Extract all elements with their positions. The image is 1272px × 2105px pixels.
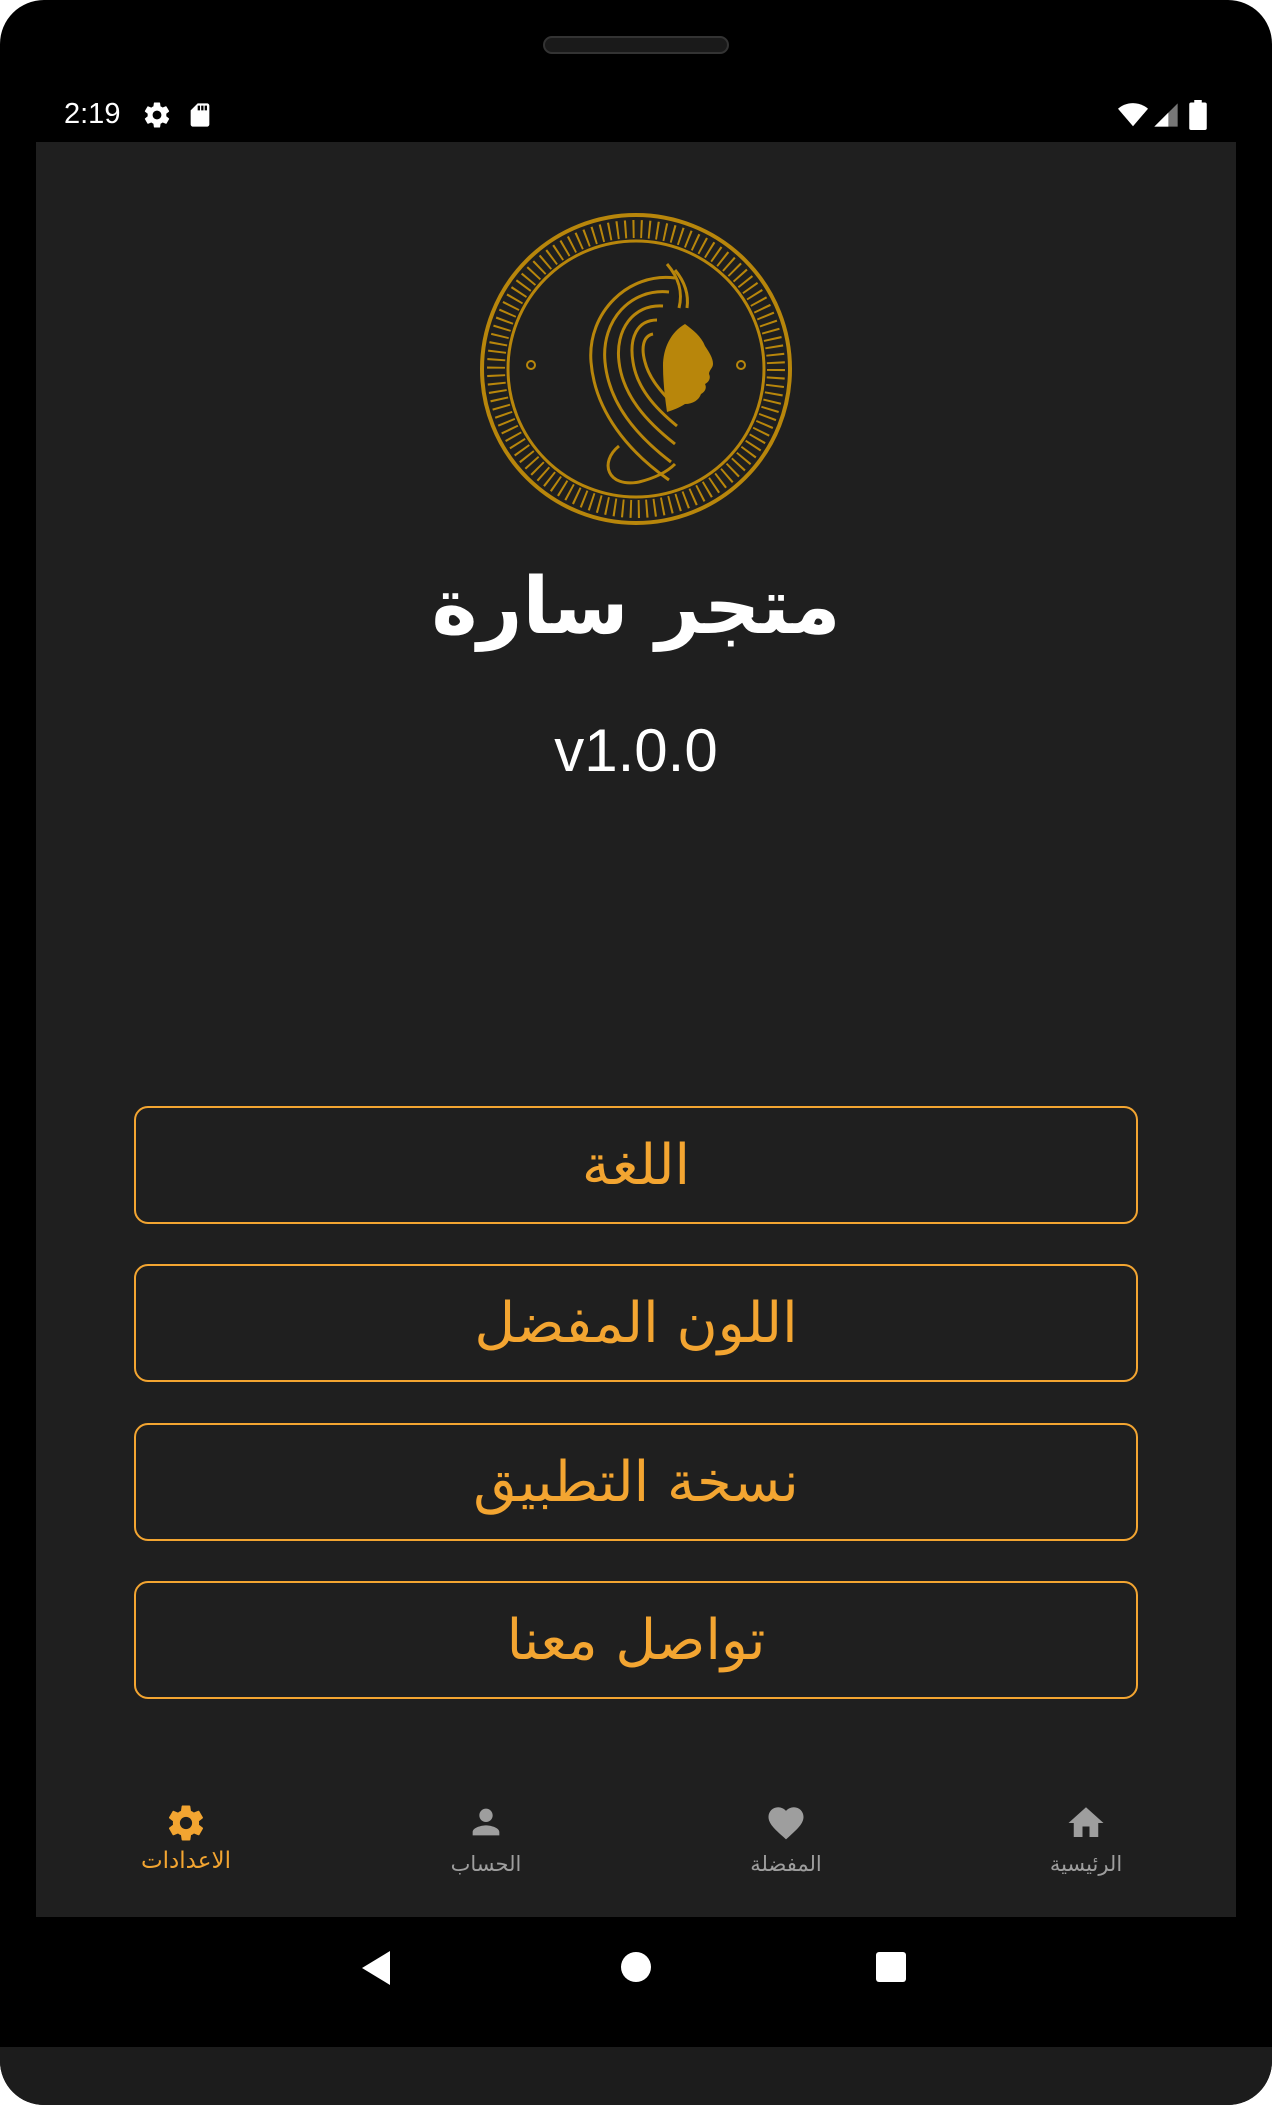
- wifi-icon: [1116, 100, 1150, 134]
- nav-account-label: الحساب: [450, 1852, 522, 1876]
- favorite-color-button[interactable]: اللون المفضل: [134, 1264, 1138, 1382]
- battery-icon: [1188, 100, 1208, 134]
- status-time: 2:19: [64, 98, 121, 130]
- app-title: متجر سارة: [431, 562, 841, 652]
- recents-icon[interactable]: [875, 1951, 907, 1987]
- language-button[interactable]: اللغة: [134, 1106, 1138, 1224]
- device-speaker: [543, 36, 729, 54]
- sd-card-icon: [186, 100, 214, 134]
- person-icon: [472, 1808, 500, 1836]
- signal-icon: [1152, 100, 1180, 134]
- device-bottom-bezel: [0, 2047, 1272, 2105]
- app-version-button[interactable]: نسخة التطبيق: [134, 1423, 1138, 1541]
- nav-favorites-label: المفضلة: [750, 1852, 822, 1876]
- home-circle-icon[interactable]: [620, 1951, 652, 1987]
- home-icon: [1068, 1807, 1104, 1837]
- device-frame: 2:19 متجر سارة v1.0.0 اللغة اللون المفضل…: [0, 0, 1272, 2105]
- nav-settings-label: الاعدادات: [141, 1848, 231, 1874]
- nav-favorites[interactable]: المفضلة: [686, 1802, 886, 1912]
- contact-us-button[interactable]: تواصل معنا: [134, 1581, 1138, 1699]
- status-bar: 2:19: [36, 92, 1236, 142]
- back-icon[interactable]: [360, 1949, 394, 1991]
- nav-home-label: الرئيسية: [1049, 1852, 1123, 1876]
- gear-icon: [168, 1805, 204, 1841]
- nav-home[interactable]: الرئيسية: [986, 1802, 1186, 1912]
- nav-account[interactable]: الحساب: [386, 1802, 586, 1912]
- app-version: v1.0.0: [554, 717, 718, 784]
- system-nav-bar: [0, 1917, 1272, 2037]
- gear-icon: [142, 100, 172, 134]
- heart-icon: [768, 1807, 804, 1840]
- app-logo: [479, 212, 793, 526]
- nav-settings[interactable]: الاعدادات: [86, 1802, 286, 1912]
- app-screen: متجر سارة v1.0.0 اللغة اللون المفضل نسخة…: [36, 142, 1236, 1917]
